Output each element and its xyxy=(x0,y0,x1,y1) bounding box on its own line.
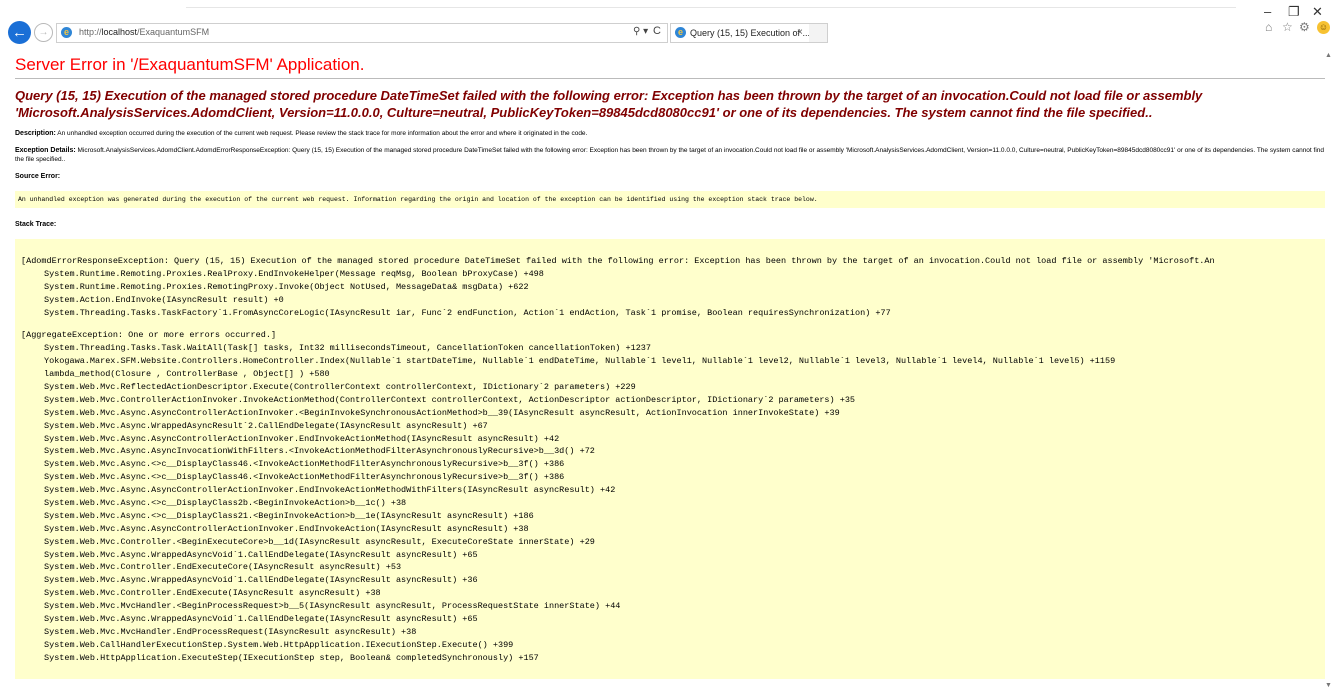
stack-trace-frame: System.Web.Mvc.MvcHandler.<BeginProcessR… xyxy=(44,601,621,612)
address-bar[interactable]: e http://localhost/ExaquantumSFM ⚲ ▾ C xyxy=(56,23,668,43)
forward-arrow-icon[interactable]: → xyxy=(34,23,53,42)
stack-trace-frame: System.Web.Mvc.Async.<>c__DisplayClass2b… xyxy=(44,498,407,509)
search-icon[interactable]: ⚲ ▾ xyxy=(633,26,648,37)
address-url[interactable]: http://localhost/ExaquantumSFM xyxy=(79,27,209,37)
browser-tab[interactable]: e Query (15, 15) Execution of ... × xyxy=(670,23,810,43)
stack-trace-frame: System.Action.EndInvoke(IAsyncResult res… xyxy=(44,294,284,305)
stack-trace-frame: System.Web.Mvc.Async.AsyncControllerActi… xyxy=(44,407,840,418)
stack-trace-frame: System.Web.Mvc.Async.<>c__DisplayClass46… xyxy=(44,472,565,483)
stack-trace-frame: System.Web.Mvc.Async.AsyncControllerActi… xyxy=(44,523,529,534)
new-tab-button[interactable] xyxy=(809,23,828,43)
error-heading: Query (15, 15) Execution of the managed … xyxy=(15,88,1203,120)
ie-logo-icon: e xyxy=(61,27,72,38)
page-title: Server Error in '/ExaquantumSFM' Applica… xyxy=(15,55,365,74)
stack-trace-frame: System.Threading.Tasks.Task.WaitAll(Task… xyxy=(44,343,651,354)
stack-trace-frame: Yokogawa.Marex.SFM.Website.Controllers.H… xyxy=(44,356,1116,367)
search-dropdown-icon: ▾ xyxy=(643,26,649,37)
stack-trace-frame: System.Web.Mvc.Async.WrappedAsyncVoid`1.… xyxy=(44,575,478,586)
close-icon[interactable]: × xyxy=(797,27,803,38)
minimize-icon[interactable]: – xyxy=(1264,4,1271,19)
maximize-icon[interactable]: ❐ xyxy=(1288,4,1300,20)
stack-trace-frame: System.Web.Mvc.Async.<>c__DisplayClass21… xyxy=(44,510,534,521)
home-icon[interactable]: ⌂ xyxy=(1265,20,1272,34)
stack-trace-frame: System.Web.Mvc.MvcHandler.EndProcessRequ… xyxy=(44,626,417,637)
stack-trace-frame: System.Threading.Tasks.TaskFactory`1.Fro… xyxy=(44,307,891,318)
stack-trace-label: Stack Trace: xyxy=(15,221,57,228)
stack-trace-frame: System.Web.Mvc.ReflectedActionDescriptor… xyxy=(44,382,636,393)
stack-trace-frame: System.Web.Mvc.Controller.EndExecute(IAs… xyxy=(44,588,381,599)
stack-trace-frame: System.Runtime.Remoting.Proxies.Remoting… xyxy=(44,281,529,292)
stack-trace-frame: System.Web.Mvc.Async.AsyncInvocationWith… xyxy=(44,446,595,457)
refresh-icon[interactable]: C xyxy=(653,25,661,37)
source-error-box: An unhandled exception was generated dur… xyxy=(15,191,1325,208)
stack-trace-frame: System.Web.Mvc.ControllerActionInvoker.I… xyxy=(44,394,856,405)
stack-trace-box: [AdomdErrorResponseException: Query (15,… xyxy=(15,239,1325,679)
title-bar-divider xyxy=(186,7,1236,8)
exception-details-label: Exception Details: xyxy=(15,147,76,154)
stack-trace-frame: System.Web.CallHandlerExecutionStep.Syst… xyxy=(44,639,514,650)
stack-trace-frame: System.Web.Mvc.Async.WrappedAsyncVoid`1.… xyxy=(44,549,478,560)
stack-trace-frame: System.Runtime.Remoting.Proxies.RealProx… xyxy=(44,268,544,279)
stack-trace-group: [AggregateException: One or more errors … xyxy=(21,329,1319,664)
scroll-up-arrow-icon[interactable]: ▲ xyxy=(1325,52,1332,59)
source-error-label: Source Error: xyxy=(15,173,61,180)
ie-logo-icon: e xyxy=(675,27,686,38)
stack-trace-frame: lambda_method(Closure , ControllerBase ,… xyxy=(44,369,330,380)
browser-chrome: ← → e http://localhost/ExaquantumSFM ⚲ ▾… xyxy=(0,0,1333,46)
description-block: Description: An unhandled exception occu… xyxy=(15,129,1325,138)
scroll-down-arrow-icon[interactable]: ▼ xyxy=(1325,682,1332,689)
stack-trace-frame: System.Web.Mvc.Async.<>c__DisplayClass46… xyxy=(44,459,565,470)
star-icon[interactable]: ☆ xyxy=(1282,20,1293,34)
title-divider xyxy=(15,78,1325,79)
stack-trace-exception-header: [AdomdErrorResponseException: Query (15,… xyxy=(21,256,1215,266)
exception-details-text: Microsoft.AnalysisServices.AdomdClient.A… xyxy=(15,147,1325,163)
exception-details-block: Exception Details: Microsoft.AnalysisSer… xyxy=(15,146,1325,164)
description-label: Description: xyxy=(15,130,56,137)
stack-trace-group: [AdomdErrorResponseException: Query (15,… xyxy=(21,255,1319,319)
gear-icon[interactable]: ⚙ xyxy=(1299,20,1310,34)
smiley-icon[interactable]: ☺ xyxy=(1317,21,1330,34)
page-content: Server Error in '/ExaquantumSFM' Applica… xyxy=(15,54,1325,679)
stack-trace-frame: System.Web.Mvc.Async.WrappedAsyncVoid`1.… xyxy=(44,614,478,625)
tab-title[interactable]: Query (15, 15) Execution of ... xyxy=(690,28,810,38)
stack-trace-frame: System.Web.Mvc.Controller.<BeginExecuteC… xyxy=(44,536,595,547)
stack-trace-exception-header: [AggregateException: One or more errors … xyxy=(21,330,277,341)
stack-trace-frame: System.Web.Mvc.Async.AsyncControllerActi… xyxy=(44,485,616,496)
description-text: An unhandled exception occurred during t… xyxy=(55,130,588,137)
stack-trace-frame: System.Web.HttpApplication.ExecuteStep(I… xyxy=(44,652,539,663)
back-arrow-icon[interactable]: ← xyxy=(8,21,31,44)
stack-trace-frame: System.Web.Mvc.Async.WrappedAsyncResult`… xyxy=(44,420,488,431)
close-window-icon[interactable]: ✕ xyxy=(1312,4,1323,20)
stack-trace-frame: System.Web.Mvc.Async.AsyncControllerActi… xyxy=(44,433,560,444)
stack-trace-frame: System.Web.Mvc.Controller.EndExecuteCore… xyxy=(44,562,402,573)
